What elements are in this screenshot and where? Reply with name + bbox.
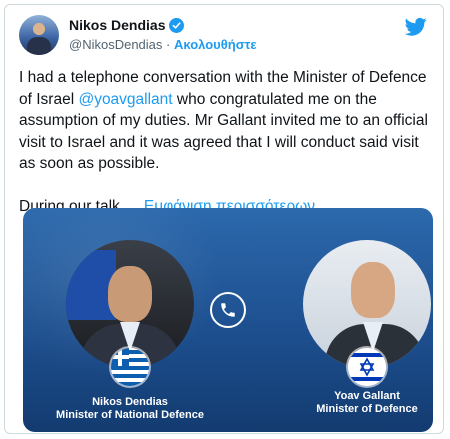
avatar[interactable]: [19, 15, 59, 55]
author-handle[interactable]: @NikosDendias: [69, 37, 162, 52]
right-caption: Yoav Gallant Minister of Defence: [282, 390, 433, 416]
face: [108, 266, 152, 322]
twitter-bird-icon[interactable]: [404, 17, 427, 37]
handle-row: @NikosDendias · Ακολουθήστε: [69, 37, 257, 52]
tweet-text: I had a telephone conversation with the …: [19, 67, 434, 217]
left-person-name: Nikos Dendias: [92, 396, 168, 408]
follow-button[interactable]: Ακολουθήστε: [174, 37, 257, 52]
mention-link[interactable]: @yoavgallant: [78, 91, 172, 108]
author-display-name[interactable]: Nikos Dendias: [69, 17, 165, 33]
face: [351, 262, 395, 318]
israel-flag-icon: [348, 348, 386, 386]
tweet-media-image[interactable]: Nikos Dendias Minister of National Defen…: [23, 208, 433, 432]
separator-dot: ·: [166, 37, 171, 52]
tweet-card[interactable]: Nikos Dendias @NikosDendias · Ακολουθήστ…: [4, 4, 444, 434]
author-block: Nikos Dendias @NikosDendias · Ακολουθήστ…: [69, 17, 257, 52]
verified-badge-icon: [169, 17, 185, 33]
right-person-title: Minister of Defence: [316, 403, 418, 415]
tweet-paragraph-1: I had a telephone conversation with the …: [19, 67, 434, 175]
tweet-header: Nikos Dendias @NikosDendias · Ακολουθήστ…: [19, 15, 429, 59]
right-person-name: Yoav Gallant: [334, 390, 400, 402]
greece-flag-icon: [111, 348, 149, 386]
left-person-title: Minister of National Defence: [56, 409, 204, 421]
display-name-row: Nikos Dendias: [69, 17, 257, 33]
left-caption: Nikos Dendias Minister of National Defen…: [45, 396, 215, 422]
phone-icon: [210, 292, 246, 328]
